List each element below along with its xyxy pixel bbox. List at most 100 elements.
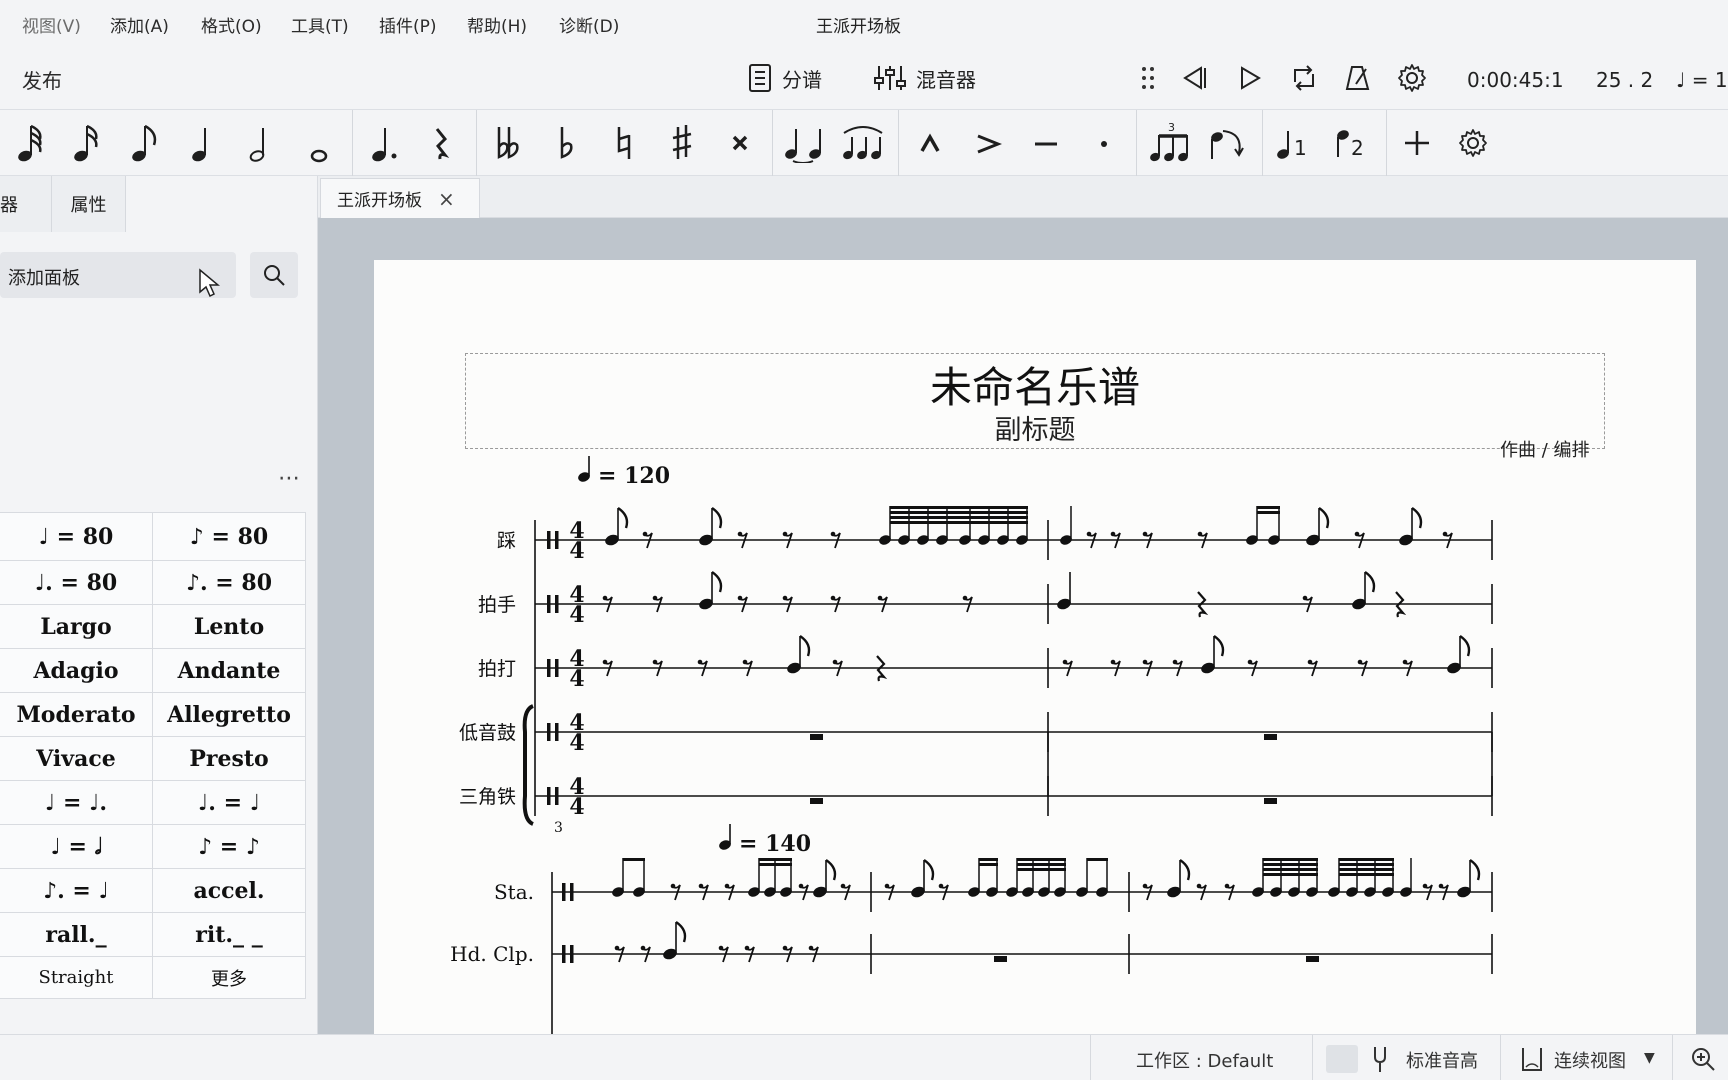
flip-direction-icon[interactable] — [1204, 118, 1254, 168]
note-flag[interactable] — [923, 859, 935, 881]
eighth-rest-dot[interactable] — [1442, 531, 1448, 537]
note-beam[interactable] — [979, 863, 998, 866]
note-flag[interactable] — [799, 635, 811, 657]
note-beam[interactable] — [979, 858, 998, 861]
time-signature[interactable]: 4 — [569, 602, 584, 628]
staccato-icon[interactable] — [1079, 118, 1129, 168]
tempo-palette-cell[interactable]: Presto — [153, 737, 306, 781]
eighth-rest-dot[interactable] — [744, 945, 750, 951]
tempo-palette-cell[interactable]: ♪ = ♪ — [153, 825, 306, 869]
eighth-rest-dot[interactable] — [1302, 595, 1308, 601]
tempo-palette-cell[interactable]: rall._ — [0, 913, 153, 957]
note-flag[interactable] — [825, 859, 837, 881]
eighth-rest-dot[interactable] — [1172, 659, 1178, 665]
tempo-palette-cell[interactable]: Largo — [0, 605, 153, 649]
instrument-name[interactable]: 踩 — [497, 530, 516, 552]
percussion-clef[interactable] — [555, 531, 559, 549]
note-flag[interactable] — [675, 921, 687, 943]
eighth-rest-dot[interactable] — [1422, 883, 1428, 889]
percussion-clef[interactable] — [547, 659, 551, 677]
eighth-rest-dot[interactable] — [1224, 883, 1230, 889]
menu-view[interactable]: 视图(V) — [22, 12, 81, 37]
whole-note-icon[interactable] — [294, 118, 344, 168]
bracket[interactable] — [522, 704, 534, 826]
note-beam[interactable] — [1087, 858, 1108, 861]
tempo-palette-cell[interactable]: Lento — [153, 605, 306, 649]
eighth-rest-dot[interactable] — [1142, 883, 1148, 889]
eighth-rest-dot[interactable] — [962, 595, 968, 601]
tempo-palette-cell[interactable]: rit._ _ — [153, 913, 306, 957]
eighth-rest-dot[interactable] — [1086, 531, 1092, 537]
score-view[interactable]: 未命名乐谱 副标题 作曲 / 编排 = 120 踩 4 4 拍手 4 4 拍打 4 4 低音鼓 4 4 三… — [318, 218, 1728, 1034]
percussion-clef[interactable] — [562, 945, 566, 963]
tempo-palette-cell[interactable]: Adagio — [0, 649, 153, 693]
add-icon[interactable] — [1392, 118, 1442, 168]
eighth-rest-dot[interactable] — [640, 945, 646, 951]
sharp-icon[interactable] — [657, 118, 707, 168]
menu-format[interactable]: 格式(O) — [201, 12, 262, 37]
eighth-rest-dot[interactable] — [1142, 659, 1148, 665]
tuplet-icon[interactable]: 3 — [1146, 118, 1196, 168]
note-beam[interactable] — [1339, 873, 1394, 876]
eighth-note-icon[interactable] — [120, 118, 170, 168]
zoom-in-icon[interactable] — [1690, 1046, 1716, 1072]
note-beam[interactable] — [1257, 511, 1280, 514]
mixer-button[interactable]: 混音器 — [874, 58, 976, 98]
flat-icon[interactable] — [541, 118, 591, 168]
eighth-rest-dot[interactable] — [737, 595, 743, 601]
eighth-rest-dot[interactable] — [884, 883, 890, 889]
percussion-clef[interactable] — [555, 723, 559, 741]
eighth-rest-dot[interactable] — [1438, 883, 1444, 889]
note-flag[interactable] — [1459, 635, 1471, 657]
eighth-rest-dot[interactable] — [1307, 659, 1313, 665]
note-beam[interactable] — [1017, 868, 1066, 871]
eighth-rest-dot[interactable] — [642, 531, 648, 537]
eighth-rest-dot[interactable] — [782, 531, 788, 537]
tempo-marking[interactable]: = 120 — [598, 463, 670, 489]
whole-rest[interactable] — [810, 798, 823, 804]
eighth-rest-dot[interactable] — [877, 595, 883, 601]
eighth-rest-dot[interactable] — [652, 659, 658, 665]
chevron-down-icon[interactable]: ▼ — [1644, 1050, 1655, 1066]
note-beam[interactable] — [759, 858, 792, 861]
accent-icon[interactable] — [963, 118, 1013, 168]
note-beam[interactable] — [1263, 873, 1318, 876]
time-signature[interactable]: 4 — [569, 730, 584, 756]
note-beam[interactable] — [1263, 863, 1318, 866]
drag-handle-icon[interactable] — [1130, 60, 1166, 96]
quarter-note-icon[interactable] — [178, 118, 228, 168]
slur-icon[interactable] — [838, 118, 888, 168]
whole-rest[interactable] — [1264, 734, 1277, 740]
concert-pitch-toggle[interactable]: 标准音高 — [1406, 1047, 1478, 1073]
menu-diagnostics[interactable]: 诊断(D) — [559, 12, 619, 37]
instrument-name[interactable]: 拍手 — [478, 594, 516, 616]
eighth-rest-dot[interactable] — [808, 945, 814, 951]
rewind-icon[interactable] — [1176, 60, 1212, 96]
percussion-clef[interactable] — [570, 945, 574, 963]
eighth-rest-dot[interactable] — [1247, 659, 1253, 665]
tempo-palette-cell[interactable]: Andante — [153, 649, 306, 693]
tempo-palette-cell[interactable]: Straight — [0, 957, 153, 999]
note-flag[interactable] — [711, 571, 723, 593]
score-page[interactable]: 未命名乐谱 副标题 作曲 / 编排 = 120 踩 4 4 拍手 4 4 拍打 4 4 低音鼓 4 4 三… — [374, 260, 1696, 1034]
eighth-rest-dot[interactable] — [840, 883, 846, 889]
tempo-palette-cell[interactable]: accel. — [153, 869, 306, 913]
percussion-clef[interactable] — [555, 595, 559, 613]
eighth-rest-dot[interactable] — [798, 883, 804, 889]
tempo-palette-cell[interactable]: 更多 — [153, 957, 306, 999]
add-palette-button[interactable]: 添加面板 — [0, 252, 236, 298]
note-beam[interactable] — [623, 858, 645, 861]
time-signature[interactable]: 4 — [569, 794, 584, 820]
toolbar-settings-icon[interactable] — [1448, 118, 1498, 168]
eighth-rest-dot[interactable] — [1142, 531, 1148, 537]
tempo-palette-cell[interactable]: ♩. = ♩ — [153, 781, 306, 825]
eighth-rest-dot[interactable] — [652, 595, 658, 601]
eighth-rest-dot[interactable] — [1062, 659, 1068, 665]
menu-plugins[interactable]: 插件(P) — [379, 12, 437, 37]
eighth-rest-dot[interactable] — [602, 595, 608, 601]
voice-1-icon[interactable]: 1 — [1268, 118, 1318, 168]
tab-properties[interactable]: 属性 — [52, 176, 126, 232]
note-beam[interactable] — [1339, 868, 1394, 871]
instrument-name[interactable]: 低音鼓 — [459, 722, 516, 744]
metronome-icon[interactable] — [1340, 60, 1376, 96]
